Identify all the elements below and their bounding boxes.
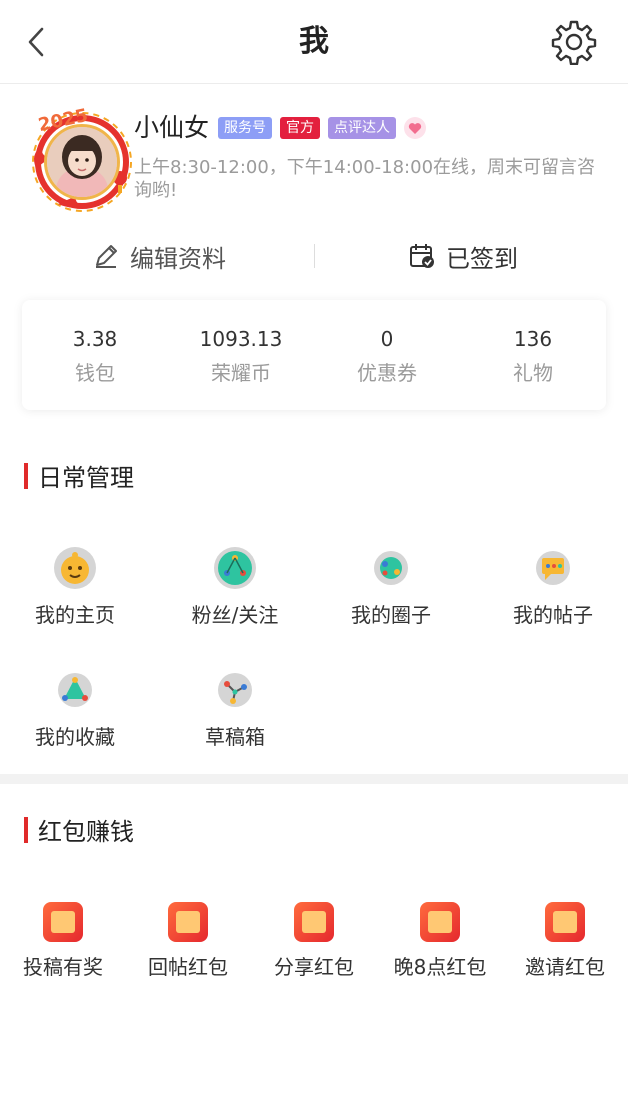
daily-management-heading: 日常管理	[24, 458, 134, 493]
grid-item-my-posts[interactable]: 我的帖子	[478, 546, 628, 628]
wallet-label: 礼物	[513, 361, 553, 385]
wallet-label: 优惠券	[357, 361, 417, 385]
wallet-value: 0	[380, 327, 394, 351]
page-title: 我	[299, 24, 329, 59]
top-nav-bar: 我	[0, 0, 628, 84]
wallet-item-coupons[interactable]: 0 优惠券	[314, 300, 460, 410]
username: 小仙女	[134, 113, 210, 142]
user-tags: 服务号 官方 点评达人	[218, 117, 426, 139]
post-icon	[531, 546, 575, 590]
profile-bio: 上午8:30-12:00，下午14:00-18:00在线，周末可留言咨询哟!	[134, 157, 596, 201]
reward-item-evening-packet[interactable]: 晚8点红包	[380, 902, 500, 980]
settings-button[interactable]	[550, 18, 598, 66]
grid-label: 我的主页	[35, 603, 115, 627]
reward-label: 邀请红包	[525, 955, 605, 979]
red-packet-icon	[43, 902, 83, 942]
grid-label: 粉丝/关注	[191, 603, 279, 627]
red-packet-icon	[168, 902, 208, 942]
heart-icon	[404, 117, 426, 139]
edit-profile-label: 编辑资料	[130, 244, 226, 273]
wallet-card: 3.38 钱包 1093.13 荣耀币 0 优惠券 136 礼物	[22, 300, 606, 410]
girl-avatar-icon	[47, 127, 117, 197]
reward-label: 分享红包	[274, 955, 354, 979]
calendar-check-icon	[410, 244, 434, 268]
fans-icon	[213, 546, 257, 590]
draft-icon	[213, 668, 257, 712]
official-badge: 官方	[280, 117, 320, 139]
wallet-label: 荣耀币	[211, 361, 271, 385]
reward-label: 投稿有奖	[23, 955, 103, 979]
signed-in-button[interactable]: 已签到	[408, 232, 518, 280]
red-packet-heading: 红包赚钱	[24, 812, 134, 847]
avatar-frame[interactable]: 2025	[28, 105, 132, 212]
grid-item-my-favorites[interactable]: 我的收藏	[0, 668, 150, 750]
section-accent-bar	[24, 816, 28, 843]
pencil-icon	[96, 245, 117, 268]
wallet-value: 136	[513, 327, 553, 351]
wallet-value: 1093.13	[199, 327, 283, 351]
reward-item-invite-packet[interactable]: 邀请红包	[505, 902, 625, 980]
red-packet-icon	[420, 902, 460, 942]
home-face-icon	[53, 546, 97, 590]
action-divider	[314, 244, 315, 268]
service-account-badge: 服务号	[218, 117, 272, 139]
red-packet-icon	[294, 902, 334, 942]
reward-item-share-packet[interactable]: 分享红包	[254, 902, 374, 980]
section-accent-bar	[24, 462, 28, 489]
grid-label: 我的圈子	[351, 603, 431, 627]
red-packet-icon	[545, 902, 585, 942]
grid-item-fans-follow[interactable]: 粉丝/关注	[160, 546, 310, 628]
grid-label: 我的帖子	[513, 603, 593, 627]
wallet-item-wallet[interactable]: 3.38 钱包	[22, 300, 168, 410]
avatar	[44, 124, 120, 200]
grid-label: 我的收藏	[35, 725, 115, 749]
reward-item-submission-prize[interactable]: 投稿有奖	[3, 902, 123, 980]
wallet-item-honor-coins[interactable]: 1093.13 荣耀币	[168, 300, 314, 410]
reward-label: 晚8点红包	[393, 955, 487, 979]
reviewer-badge: 点评达人	[328, 117, 396, 139]
section-title: 日常管理	[38, 464, 134, 492]
reward-item-reply-packet[interactable]: 回帖红包	[128, 902, 248, 980]
profile-section: 2025 小仙女 服务号 官方 点评达人 上午8:30-12:00，下午14:0…	[0, 100, 628, 220]
grid-item-my-circles[interactable]: 我的圈子	[316, 546, 466, 628]
wallet-label: 钱包	[75, 361, 115, 385]
wallet-item-gifts[interactable]: 136 礼物	[460, 300, 606, 410]
grid-item-drafts[interactable]: 草稿箱	[160, 668, 310, 750]
favorite-icon	[53, 668, 97, 712]
wallet-value: 3.38	[72, 327, 118, 351]
gear-icon	[551, 20, 597, 65]
section-divider	[0, 774, 628, 784]
circle-icon	[369, 546, 413, 590]
grid-item-my-homepage[interactable]: 我的主页	[0, 546, 150, 628]
section-title: 红包赚钱	[38, 818, 134, 846]
grid-label: 草稿箱	[205, 725, 265, 749]
edit-profile-button[interactable]: 编辑资料	[92, 232, 226, 280]
signed-in-label: 已签到	[446, 244, 518, 273]
reward-label: 回帖红包	[148, 955, 228, 979]
profile-actions: 编辑资料 已签到	[0, 232, 628, 280]
